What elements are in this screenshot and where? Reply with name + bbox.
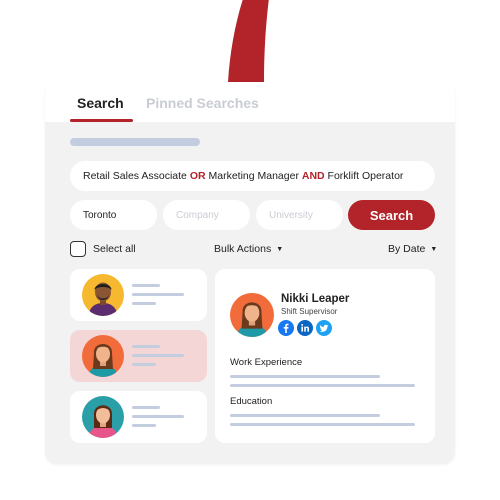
select-all-label: Select all: [93, 243, 136, 255]
text-placeholder-line: [230, 423, 415, 426]
chevron-down-icon: ▼: [276, 245, 284, 253]
sort-label: By Date: [388, 243, 426, 255]
location-input[interactable]: Toronto: [70, 200, 157, 230]
profile-job-title: Shift Supervisor: [281, 307, 338, 316]
text-placeholder-line: [132, 345, 160, 348]
query-term-2: Marketing Manager: [208, 170, 299, 182]
profile-name: Nikki Leaper: [281, 293, 350, 305]
woman-avatar-icon: [82, 335, 124, 377]
work-experience-heading: Work Experience: [230, 357, 303, 368]
active-tab-indicator: [70, 119, 133, 122]
text-placeholder-line: [230, 375, 380, 378]
bulk-actions-dropdown[interactable]: Bulk Actions ▼: [214, 243, 283, 255]
text-placeholder-line: [230, 384, 415, 387]
query-term-3: Forklift Operator: [327, 170, 404, 182]
sort-dropdown[interactable]: By Date ▼: [388, 243, 437, 255]
query-operator-and: AND: [301, 170, 325, 182]
text-placeholder-line: [132, 302, 156, 305]
tab-search[interactable]: Search: [77, 95, 124, 111]
profile-detail-panel: Nikki Leaper Shift Supervisor Work Exper…: [215, 269, 435, 443]
tab-pinned-searches[interactable]: Pinned Searches: [146, 95, 259, 111]
candidate-list-item[interactable]: [70, 269, 207, 321]
boolean-query-input[interactable]: Retail Sales Associate OR Marketing Mana…: [70, 161, 435, 191]
university-input[interactable]: University: [256, 200, 343, 230]
woman-avatar-icon: [230, 293, 274, 337]
social-links: [278, 320, 335, 336]
linkedin-icon[interactable]: [297, 320, 313, 336]
twitter-icon[interactable]: [316, 320, 332, 336]
facebook-icon[interactable]: [278, 320, 294, 336]
text-placeholder-line: [132, 424, 156, 427]
tab-bar: Search Pinned Searches: [45, 82, 455, 122]
text-placeholder-line: [132, 406, 160, 409]
search-card: Search Pinned Searches Retail Sales Asso…: [45, 82, 455, 464]
lanyard-ribbon: [224, 0, 272, 82]
text-placeholder-line: [230, 414, 380, 417]
chevron-down-icon: ▼: [430, 245, 438, 253]
select-all-control[interactable]: Select all: [70, 241, 136, 257]
candidate-list-item[interactable]: [70, 391, 207, 443]
text-placeholder-line: [132, 293, 184, 296]
query-term-1: Retail Sales Associate: [83, 170, 187, 182]
placeholder-bar: [70, 138, 200, 146]
man-avatar-icon: [82, 274, 124, 316]
woman-teal-avatar-icon: [82, 396, 124, 438]
text-placeholder-line: [132, 284, 160, 287]
bulk-actions-label: Bulk Actions: [214, 243, 272, 255]
education-heading: Education: [230, 396, 273, 407]
select-all-checkbox[interactable]: [70, 241, 86, 257]
company-input[interactable]: Company: [163, 200, 250, 230]
text-placeholder-line: [132, 363, 156, 366]
text-placeholder-line: [132, 415, 184, 418]
candidate-list-item-selected[interactable]: [70, 330, 207, 382]
search-button[interactable]: Search: [348, 200, 435, 230]
query-operator-or: OR: [189, 170, 206, 182]
text-placeholder-line: [132, 354, 184, 357]
